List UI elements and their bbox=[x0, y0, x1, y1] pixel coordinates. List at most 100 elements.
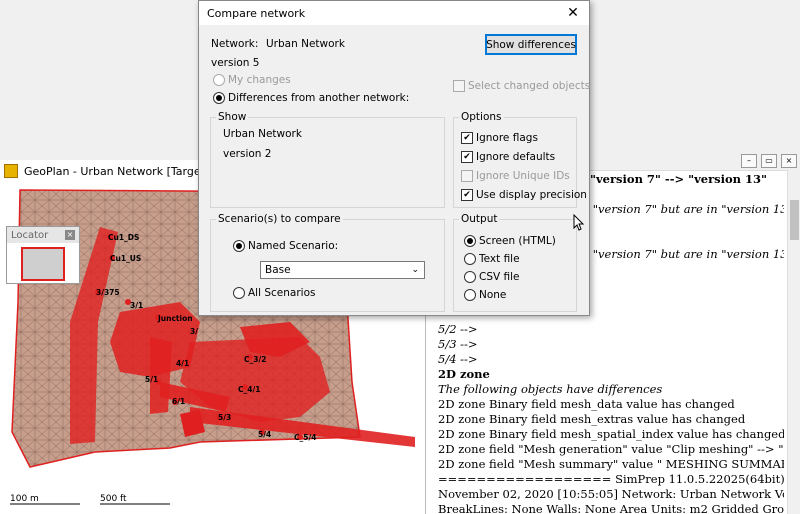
report-line: BreakLines: None Walls: None Area Units:… bbox=[438, 502, 784, 514]
show-group-label: Show bbox=[216, 111, 249, 123]
ignore-unique-ids-checkbox[interactable]: Ignore Unique IDs bbox=[461, 170, 570, 182]
geoplan-app-icon bbox=[4, 164, 18, 178]
radio-icon bbox=[233, 287, 245, 299]
report-line: 5/2 --> bbox=[438, 322, 478, 336]
report-line bbox=[578, 307, 784, 322]
report-line: ================== SimPrep 11.0.5.22025(… bbox=[438, 472, 784, 486]
none-label: None bbox=[479, 289, 507, 301]
scale-label-metric: 100 m bbox=[10, 494, 39, 504]
scale-label-imperial: 500 ft bbox=[100, 494, 127, 504]
network-value: Urban Network bbox=[266, 38, 345, 50]
screen-html-label: Screen (HTML) bbox=[479, 235, 556, 247]
report-line: 2D zone field "Mesh generation" value "C… bbox=[438, 442, 784, 456]
map-label: Cu1_DS bbox=[108, 233, 139, 242]
select-changed-checkbox[interactable]: Select changed objects bbox=[453, 80, 590, 92]
map-label: 5/4 bbox=[258, 430, 271, 439]
options-group-label: Options bbox=[459, 111, 504, 123]
scenario-select[interactable]: Base ⌄ bbox=[260, 261, 425, 279]
report-line: in "version 7" but are in "version 13" bbox=[578, 247, 784, 261]
ignore-unique-label: Ignore Unique IDs bbox=[476, 170, 570, 182]
radio-icon bbox=[464, 289, 476, 301]
chevron-down-icon: ⌄ bbox=[411, 265, 419, 275]
report-line bbox=[578, 292, 784, 307]
locator-title: Locator bbox=[11, 229, 49, 241]
my-changes-radio[interactable]: My changes bbox=[213, 74, 291, 86]
map-label: 6/1 bbox=[172, 397, 185, 406]
map-label: C_5/4 bbox=[294, 433, 316, 442]
report-line: in "version 7" but are in "version 13" bbox=[578, 202, 784, 216]
ignore-flags-checkbox[interactable]: ✔ Ignore flags bbox=[461, 132, 538, 144]
csv-file-radio[interactable]: CSV file bbox=[464, 271, 520, 283]
checkbox-icon bbox=[453, 80, 465, 92]
output-group-label: Output bbox=[459, 213, 500, 225]
ignore-flags-label: Ignore flags bbox=[476, 132, 538, 144]
text-file-radio[interactable]: Text file bbox=[464, 253, 520, 265]
scenario-group: Scenario(s) to compare Named Scenario: B… bbox=[210, 213, 445, 312]
all-scenarios-radio[interactable]: All Scenarios bbox=[233, 287, 315, 299]
output-group: Output Screen (HTML) Text file CSV file … bbox=[453, 213, 577, 312]
radio-icon bbox=[233, 240, 245, 252]
use-display-precision-label: Use display precision bbox=[476, 189, 587, 201]
close-icon[interactable]: ✕ bbox=[565, 5, 581, 21]
radio-icon bbox=[213, 74, 225, 86]
report-line: 5/3 --> bbox=[438, 337, 478, 351]
report-line: 2D zone field "Mesh summary" value " MES… bbox=[438, 457, 784, 471]
report-line: The following objects have differences bbox=[438, 382, 663, 396]
map-label: 5/1 bbox=[145, 375, 158, 384]
report-line: 2D zone Binary field mesh_data value has… bbox=[438, 397, 735, 411]
report-line: 2 "version 7" --> "version 13" bbox=[578, 172, 768, 186]
mouse-cursor-icon bbox=[573, 214, 585, 231]
my-changes-label: My changes bbox=[228, 74, 291, 86]
use-display-precision-checkbox[interactable]: ✔ Use display precision bbox=[461, 189, 587, 201]
checkbox-icon bbox=[461, 170, 473, 182]
report-scrollbar[interactable] bbox=[787, 170, 800, 514]
checkbox-checked-icon: ✔ bbox=[461, 151, 473, 163]
report-line: 2D zone Binary field mesh_extras value h… bbox=[438, 412, 746, 426]
show-version: version 2 bbox=[223, 148, 272, 160]
named-scenario-label: Named Scenario: bbox=[248, 240, 339, 252]
locator-header: Locator × bbox=[7, 227, 79, 243]
locator-panel: Locator × bbox=[6, 226, 80, 284]
map-label: 3/ bbox=[190, 327, 198, 336]
minimize-icon[interactable]: – bbox=[741, 154, 757, 168]
report-line: 5/4 --> bbox=[438, 352, 478, 366]
map-label: Junction bbox=[157, 314, 193, 323]
close-icon[interactable]: × bbox=[781, 154, 797, 168]
named-scenario-radio[interactable]: Named Scenario: bbox=[233, 240, 338, 252]
differences-from-label: Differences from another network: bbox=[228, 92, 410, 104]
show-network: Urban Network bbox=[223, 128, 302, 140]
geoplan-title: GeoPlan - Urban Network [Target] bbox=[24, 164, 210, 178]
dialog-title: Compare network bbox=[207, 6, 306, 20]
scrollbar-thumb[interactable] bbox=[790, 200, 799, 240]
options-group: Options ✔ Ignore flags ✔ Ignore defaults I… bbox=[453, 111, 587, 208]
compare-network-dialog: Compare network ✕ Network: Urban Network… bbox=[198, 0, 590, 316]
ignore-defaults-checkbox[interactable]: ✔ Ignore defaults bbox=[461, 151, 555, 163]
text-file-label: Text file bbox=[479, 253, 520, 265]
differences-from-radio[interactable]: Differences from another network: bbox=[213, 92, 409, 104]
csv-file-label: CSV file bbox=[479, 271, 520, 283]
restore-icon[interactable]: ▭ bbox=[761, 154, 777, 168]
report-line: November 02, 2020 [10:55:05] Network: Ur… bbox=[438, 487, 784, 501]
none-radio[interactable]: None bbox=[464, 289, 506, 301]
report-line bbox=[578, 262, 784, 277]
map-label: C_4/1 bbox=[238, 385, 260, 394]
locator-viewport[interactable] bbox=[21, 247, 65, 281]
checkbox-checked-icon: ✔ bbox=[461, 132, 473, 144]
select-changed-label: Select changed objects bbox=[468, 80, 591, 92]
checkbox-checked-icon: ✔ bbox=[461, 189, 473, 201]
report-line: 2D zone Binary field mesh_spatial_index … bbox=[438, 427, 784, 441]
screen-html-radio[interactable]: Screen (HTML) bbox=[464, 235, 556, 247]
scenario-group-label: Scenario(s) to compare bbox=[216, 213, 343, 225]
report-line bbox=[578, 277, 784, 292]
map-label: C_3/2 bbox=[244, 355, 266, 364]
report-line bbox=[578, 187, 784, 202]
show-group: Show Urban Network version 2 bbox=[210, 111, 445, 208]
version-value: version 5 bbox=[211, 57, 260, 69]
report-line: 2D zone bbox=[438, 367, 490, 381]
show-differences-button[interactable]: Show differences bbox=[485, 34, 577, 55]
report-line bbox=[578, 232, 784, 247]
dialog-titlebar[interactable]: Compare network ✕ bbox=[199, 1, 589, 25]
map-label: Cu1_US bbox=[110, 254, 141, 263]
locator-close-icon[interactable]: × bbox=[65, 230, 75, 240]
map-label: 3/375 bbox=[96, 288, 120, 297]
